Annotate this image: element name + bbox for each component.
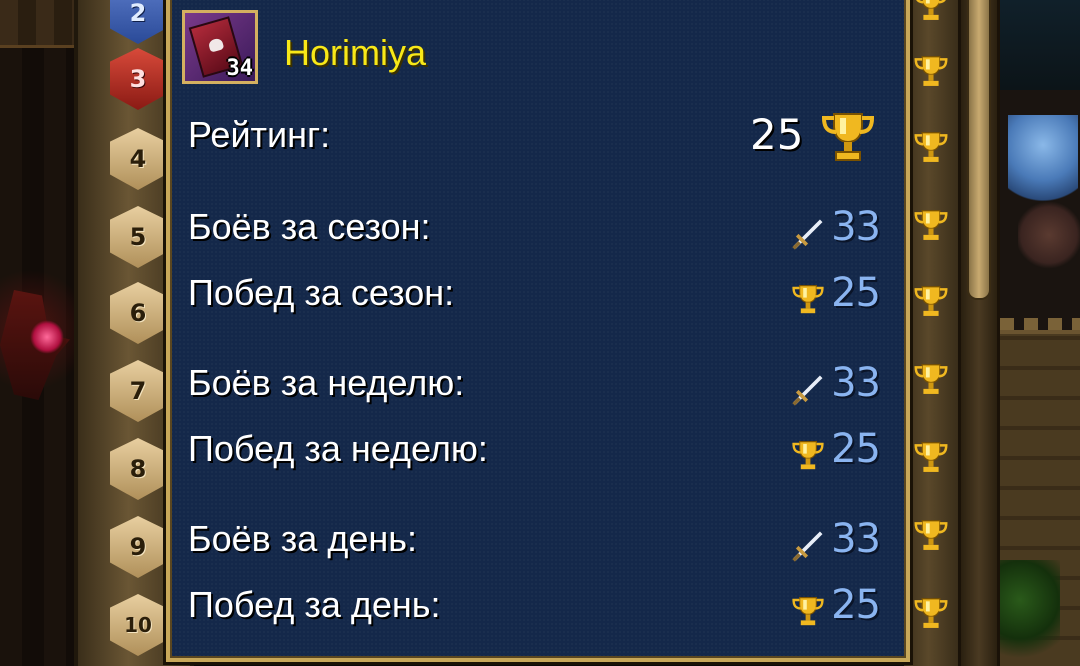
moss	[1000, 560, 1060, 666]
rating-value: 25	[750, 110, 804, 159]
background-scene-right	[1000, 0, 1080, 666]
scrollbar-thumb[interactable]	[967, 0, 991, 300]
player-avatar[interactable]: 34	[182, 10, 258, 84]
trophy-icon	[790, 594, 826, 635]
trophy-icon	[912, 206, 950, 246]
stat-label: Боёв за день:	[188, 518, 417, 559]
trophy-icon	[790, 438, 826, 479]
stat-value: 33	[831, 204, 881, 250]
magic-orb	[30, 320, 64, 354]
sword-icon	[790, 372, 826, 413]
stat-label: Побед за неделю:	[188, 428, 488, 469]
stat-value: 25	[831, 270, 881, 316]
stat-value: 25	[831, 426, 881, 472]
stat-label: Побед за день:	[188, 584, 441, 625]
trophy-icon	[912, 128, 950, 168]
trophy-column	[904, 0, 958, 666]
trophy-icon	[790, 282, 826, 323]
stat-label: Побед за сезон:	[188, 272, 455, 313]
stat-value: 33	[831, 516, 881, 562]
sword-icon	[790, 528, 826, 569]
sword-icon	[790, 216, 826, 257]
trophy-icon	[821, 113, 875, 161]
rating-label: Рейтинг:	[188, 114, 331, 155]
trophy-icon	[912, 0, 950, 26]
trophy-icon	[912, 516, 950, 556]
stat-value: 25	[831, 582, 881, 628]
trophy-icon	[912, 438, 950, 478]
player-name: Horimiya	[284, 32, 427, 73]
trophy-icon	[912, 594, 950, 634]
trophy-icon	[912, 360, 950, 400]
trophy-icon	[912, 282, 950, 322]
rock-golem-sprite	[1018, 200, 1080, 270]
trophy-icon	[912, 52, 950, 92]
stat-value: 33	[831, 360, 881, 406]
scrollbar[interactable]	[958, 0, 1000, 666]
stat-label: Боёв за сезон:	[188, 206, 431, 247]
stat-label: Боёв за неделю:	[188, 362, 465, 403]
player-level: 34	[226, 56, 254, 81]
